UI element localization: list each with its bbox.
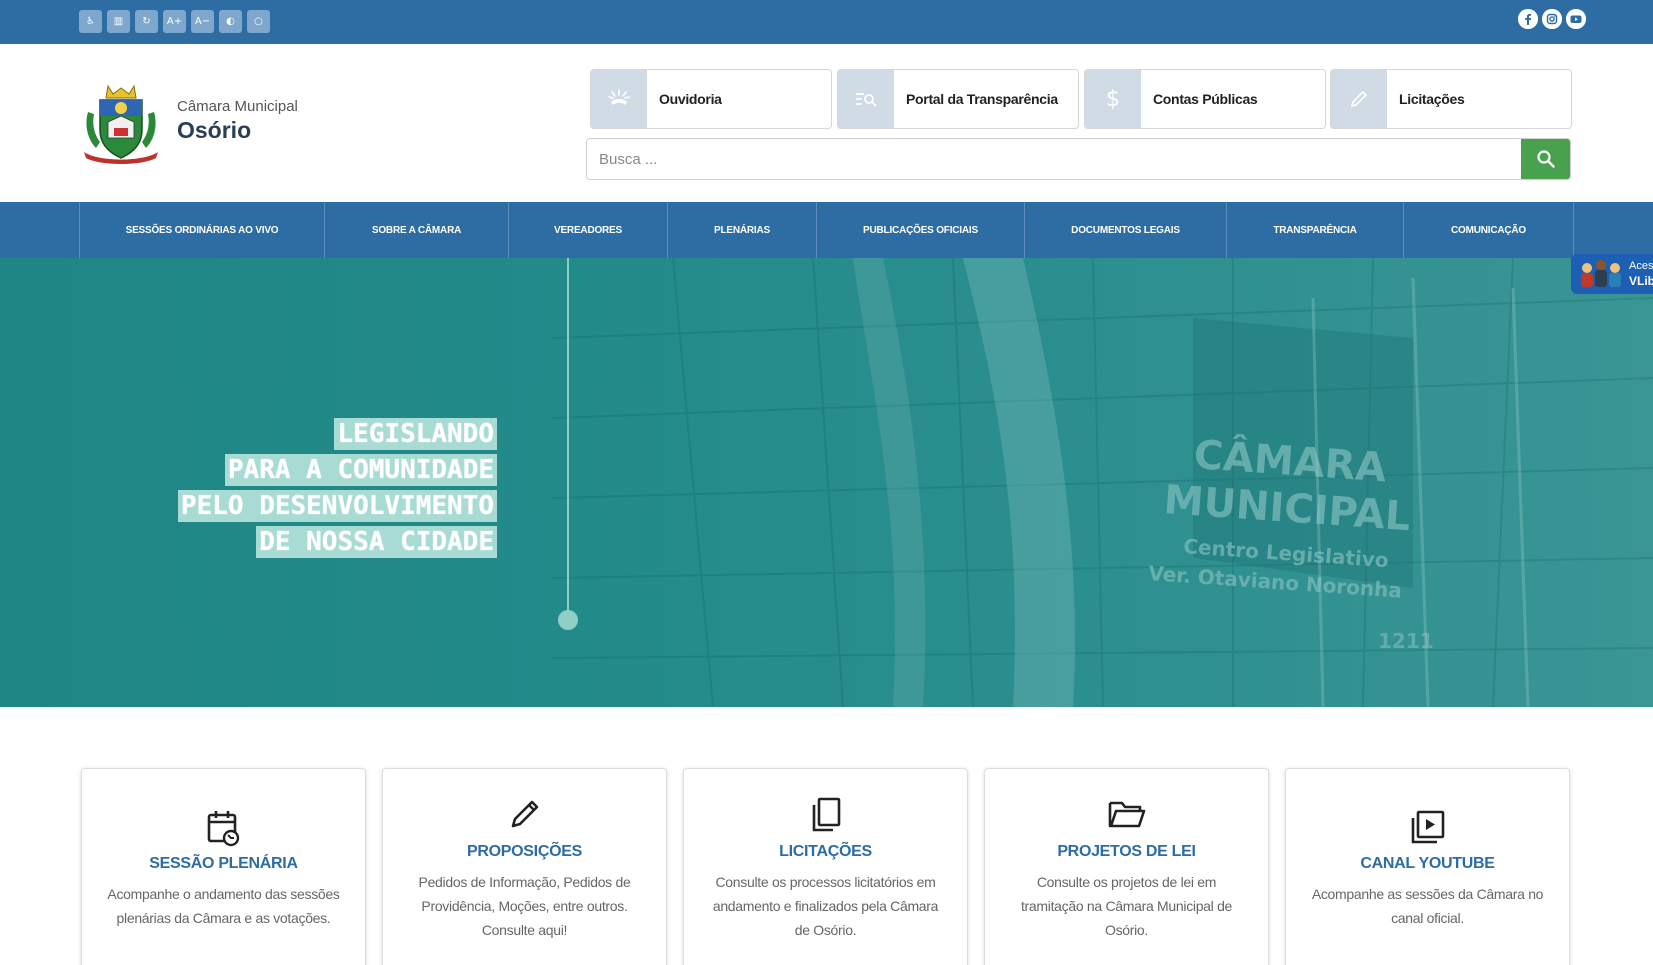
slogan-line: PARA A COMUNIDADE xyxy=(224,454,497,486)
folder-icon xyxy=(985,799,1268,829)
wheelchair-icon[interactable]: ♿ xyxy=(79,10,102,33)
brand-name[interactable]: Osório xyxy=(177,117,251,144)
contrast-icon[interactable]: ◐ xyxy=(219,10,242,33)
card-title: CANAL YOUTUBE xyxy=(1360,855,1495,872)
building-photo: CÂMARA MUNICIPAL Centro Legislativo Ver.… xyxy=(553,258,1653,707)
hero-slogan: LEGISLANDO PARA A COMUNIDADE PELO DESENV… xyxy=(177,418,497,562)
vlibras-widget[interactable]: Aces VLib xyxy=(1571,254,1653,294)
pencil-icon xyxy=(383,797,666,831)
card-description: Consulte os projetos de lei em tramitaçã… xyxy=(1020,874,1233,938)
search-input[interactable] xyxy=(587,139,1522,179)
nav-item-sobre-camara[interactable]: SOBRE A CÂMARA xyxy=(325,202,509,258)
card-description: Acompanhe o andamento das sessões plenár… xyxy=(107,886,340,926)
pencil-icon xyxy=(1331,70,1387,128)
top-bar: ♿ ▥ ↻ A+ A− ◐ ○ xyxy=(0,0,1653,44)
youtube-icon[interactable] xyxy=(1566,9,1586,29)
city-coat-of-arms-logo[interactable]: ····· xyxy=(78,82,164,166)
card-title: LICITAÇÕES xyxy=(779,843,872,860)
circle-icon[interactable]: ○ xyxy=(247,10,270,33)
card-description: Pedidos de Informação, Pedidos de Provid… xyxy=(418,874,631,938)
svg-text:·····: ····· xyxy=(118,157,124,162)
card-description: Consulte os processos licitatórios em an… xyxy=(712,874,939,938)
quick-link-label: Contas Públicas xyxy=(1153,91,1258,107)
search-bar xyxy=(586,138,1571,180)
slogan-line: PELO DESENVOLVIMENTO xyxy=(177,490,497,522)
card-sessao-plenaria[interactable]: SESSÃO PLENÁRIA Acompanhe o andamento da… xyxy=(81,768,366,965)
social-links xyxy=(1518,9,1586,29)
reset-icon[interactable]: ↻ xyxy=(135,10,158,33)
nav-item-documentos-legais[interactable]: DOCUMENTOS LEGAIS xyxy=(1025,202,1227,258)
vlibras-brand: VLib xyxy=(1629,274,1653,288)
card-title: SESSÃO PLENÁRIA xyxy=(149,855,298,872)
accessibility-toolbar: ♿ ▥ ↻ A+ A− ◐ ○ xyxy=(79,10,270,33)
card-licitacoes[interactable]: LICITAÇÕES Consulte os processos licitat… xyxy=(683,768,968,965)
search-icon xyxy=(1536,150,1555,168)
nav-item-transparencia[interactable]: TRANSPARÊNCIA xyxy=(1227,202,1404,258)
quick-link-label: Portal da Transparência xyxy=(906,91,1058,107)
card-projetos-de-lei[interactable]: PROJETOS DE LEI Consulte os projetos de … xyxy=(984,768,1269,965)
quick-link-ouvidoria[interactable]: Ouvidoria xyxy=(590,69,832,129)
copy-icon xyxy=(684,797,967,833)
megaphone-icon xyxy=(591,70,647,128)
dollar-icon: $ xyxy=(1085,70,1141,128)
quick-link-portal-transparencia[interactable]: Portal da Transparência xyxy=(837,69,1079,129)
timeline-dot xyxy=(558,610,578,630)
nav-item-plenarias[interactable]: PLENÁRIAS xyxy=(668,202,817,258)
nav-item-publicacoes-oficiais[interactable]: PUBLICAÇÕES OFICIAIS xyxy=(817,202,1025,258)
calendar-icon xyxy=(82,809,365,847)
nav-item-comunicacao[interactable]: COMUNICAÇÃO xyxy=(1404,202,1574,258)
card-title: PROPOSIÇÕES xyxy=(467,843,582,860)
brand-subtitle: Câmara Municipal xyxy=(177,98,298,115)
facebook-icon[interactable] xyxy=(1518,9,1538,29)
hero-banner[interactable]: CÂMARA MUNICIPAL Centro Legislativo Ver.… xyxy=(0,258,1653,707)
font-decrease-icon[interactable]: A− xyxy=(191,10,214,33)
search-button[interactable] xyxy=(1521,139,1570,179)
font-increase-icon[interactable]: A+ xyxy=(163,10,186,33)
card-proposicoes[interactable]: PROPOSIÇÕES Pedidos de Informação, Pedid… xyxy=(382,768,667,965)
nav-item-vereadores[interactable]: VEREADORES xyxy=(509,202,668,258)
card-description: Acompanhe as sessões da Câmara no canal … xyxy=(1311,886,1544,926)
timeline-line xyxy=(567,258,569,618)
quick-link-label: Ouvidoria xyxy=(659,91,722,107)
instagram-icon[interactable] xyxy=(1542,9,1562,29)
slogan-line: LEGISLANDO xyxy=(334,418,497,450)
quick-link-label: Licitações xyxy=(1399,91,1465,107)
vlibras-label: Aces xyxy=(1629,260,1653,272)
map-icon[interactable]: ▥ xyxy=(107,10,130,33)
search-list-icon xyxy=(838,70,894,128)
card-canal-youtube[interactable]: CANAL YOUTUBE Acompanhe as sessões da Câ… xyxy=(1285,768,1570,965)
card-title: PROJETOS DE LEI xyxy=(1057,843,1196,860)
main-navigation: SESSÕES ORDINÁRIAS AO VIVO SOBRE A CÂMAR… xyxy=(0,202,1653,258)
nav-item-sessoes-ao-vivo[interactable]: SESSÕES ORDINÁRIAS AO VIVO xyxy=(80,202,325,258)
quick-link-contas-publicas[interactable]: $ Contas Públicas xyxy=(1084,69,1326,129)
slogan-line: DE NOSSA CIDADE xyxy=(256,526,497,558)
play-icon xyxy=(1286,809,1569,845)
quick-link-licitacoes[interactable]: Licitações xyxy=(1330,69,1572,129)
vlibras-people-icon xyxy=(1581,260,1621,287)
